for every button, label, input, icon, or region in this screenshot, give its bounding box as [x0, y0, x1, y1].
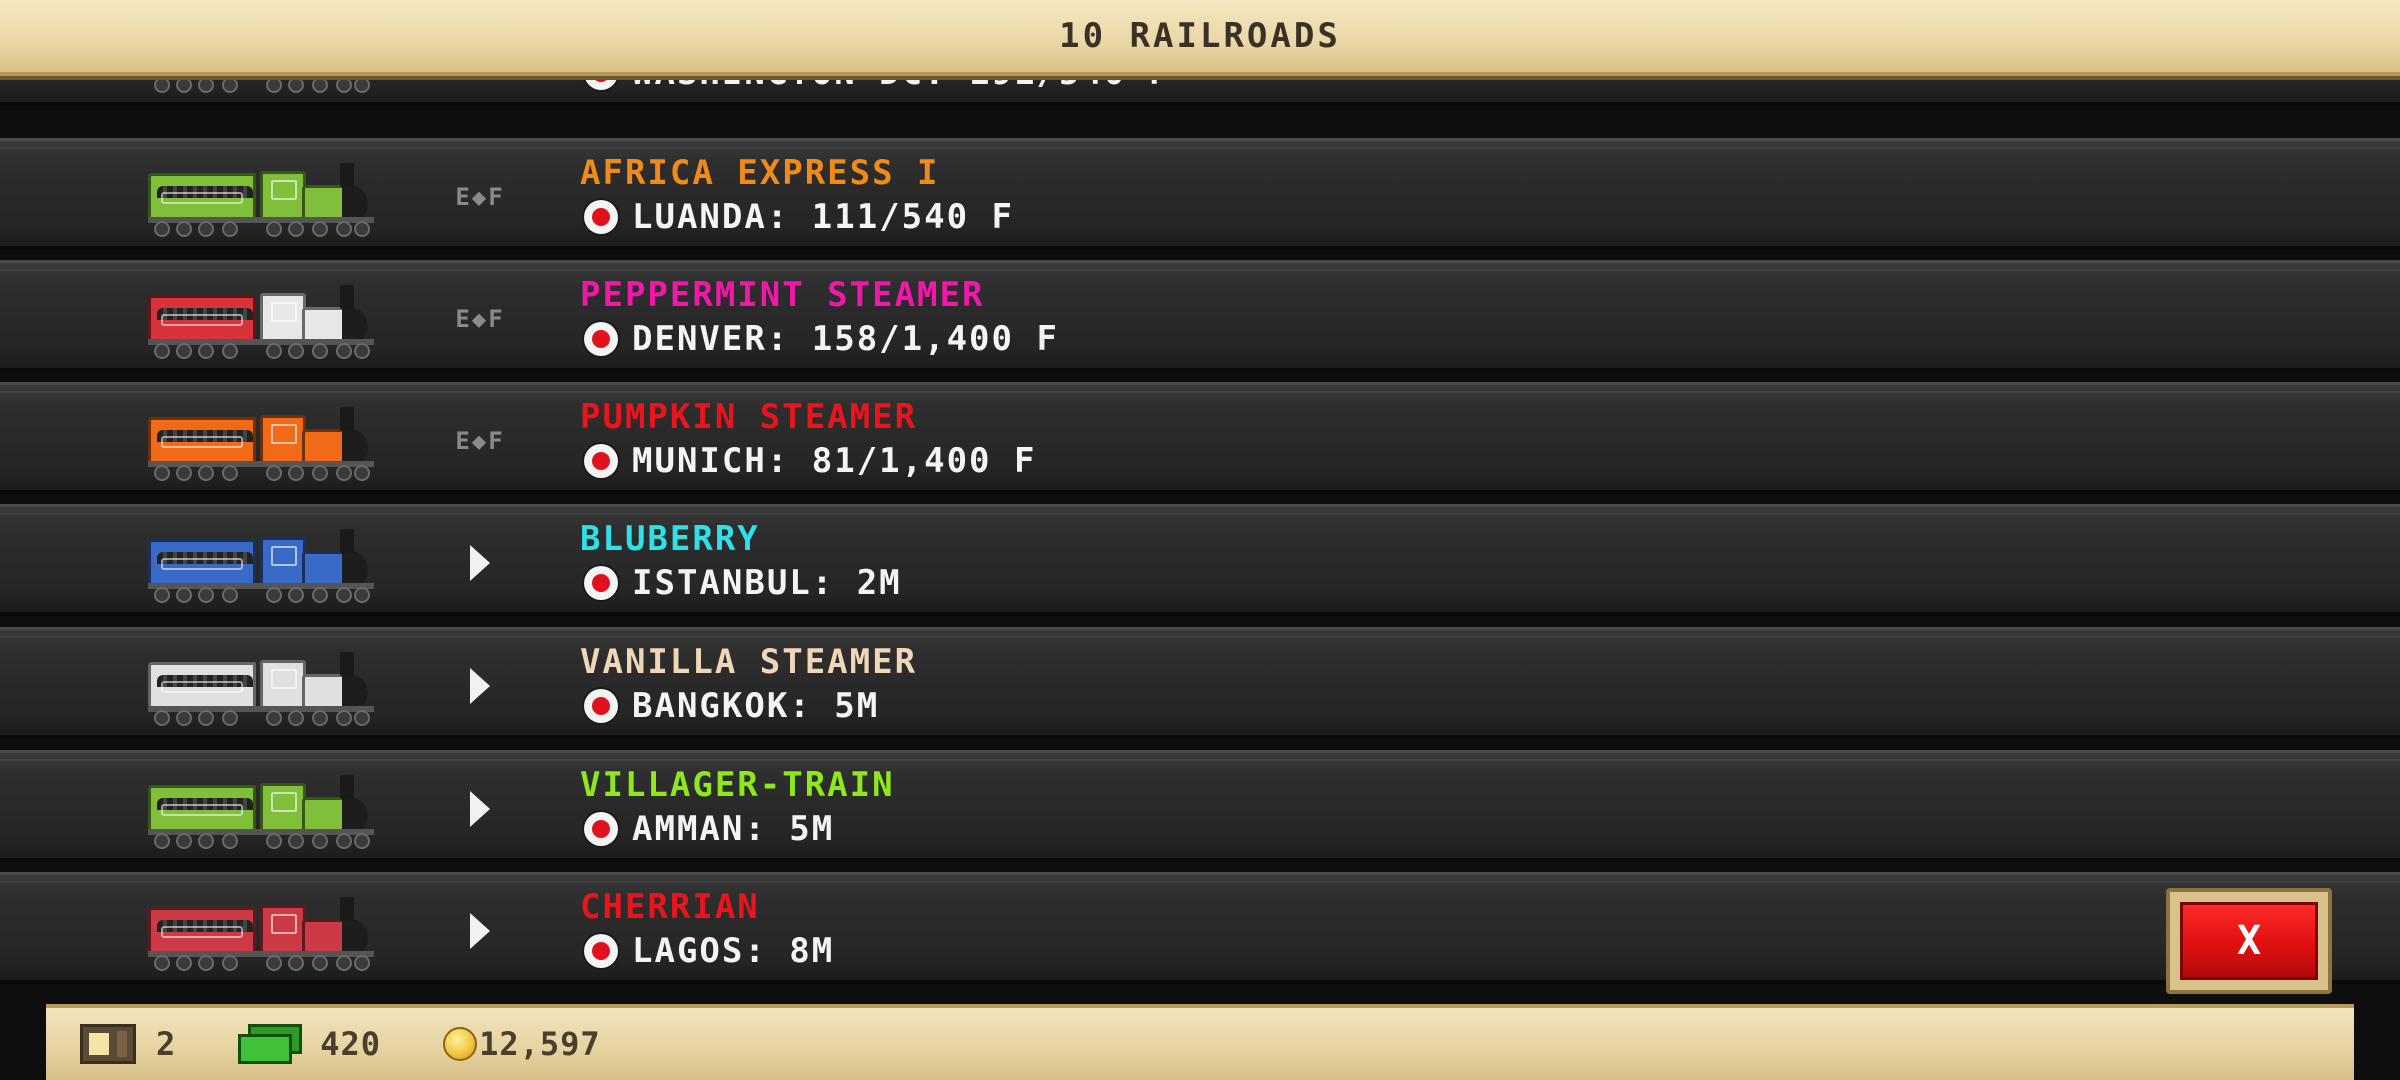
railroad-row[interactable]: CHERRIAN LAGOS: 8M: [0, 872, 2400, 984]
page-title: 10 RAILROADS: [1059, 16, 1341, 56]
train-icon: [148, 889, 374, 973]
location-pin-icon: [584, 934, 618, 968]
railroad-row[interactable]: E◆F PUMPKIN STEAMER MUNICH: 81/1,400 F: [0, 382, 2400, 494]
destination-text: LAGOS: 8M: [632, 931, 835, 971]
destination-text: DENVER: 158/1,400 F: [632, 319, 1059, 359]
stat-doors-value: 2: [156, 1025, 177, 1063]
location-pin-icon: [584, 566, 618, 600]
stat-doors: 2: [80, 1024, 176, 1064]
destination: DENVER: 158/1,400 F: [584, 319, 1059, 359]
destination: BANGKOK: 5M: [584, 686, 879, 726]
destination: LAGOS: 8M: [584, 931, 834, 971]
location-pin-icon: [584, 689, 618, 723]
train-name: VANILLA STEAMER: [580, 642, 918, 682]
play-button[interactable]: [440, 901, 520, 961]
train-name: CHERRIAN: [580, 887, 760, 927]
railroad-list[interactable]: E◆FWASHINGTON DC: 191/540 FE◆FAFRICA EXP…: [0, 0, 2400, 1000]
railroad-row[interactable]: VANILLA STEAMER BANGKOK: 5M: [0, 627, 2400, 739]
empty-full-indicator: E◆F: [440, 289, 520, 349]
play-button[interactable]: [440, 533, 520, 593]
play-icon[interactable]: [470, 913, 490, 949]
stat-coins: 12,597: [443, 1025, 601, 1063]
stat-coins-value: 12,597: [479, 1025, 601, 1063]
cash-icon: [238, 1024, 304, 1064]
close-button[interactable]: X: [2166, 888, 2332, 994]
destination: AMMAN: 5M: [584, 809, 834, 849]
train-name: PEPPERMINT STEAMER: [580, 275, 985, 315]
railroad-row[interactable]: BLUBERRY ISTANBUL: 2M: [0, 504, 2400, 616]
coin-icon: [443, 1027, 478, 1061]
empty-full-label: E◆F: [455, 183, 505, 211]
railroads-screen: E◆FWASHINGTON DC: 191/540 FE◆FAFRICA EXP…: [0, 0, 2400, 1080]
play-icon[interactable]: [470, 791, 490, 827]
destination-text: BANGKOK: 5M: [632, 686, 880, 726]
empty-full-label: E◆F: [455, 305, 505, 333]
destination-text: ISTANBUL: 2M: [632, 563, 902, 603]
play-icon[interactable]: [470, 545, 490, 581]
destination-text: LUANDA: 111/540 F: [632, 197, 1014, 237]
destination: ISTANBUL: 2M: [584, 563, 902, 603]
play-button[interactable]: [440, 656, 520, 716]
location-pin-icon: [584, 200, 618, 234]
train-icon: [148, 277, 374, 361]
header-bar: 10 RAILROADS: [0, 0, 2400, 76]
train-name: PUMPKIN STEAMER: [580, 397, 918, 437]
empty-full-indicator: E◆F: [440, 411, 520, 471]
location-pin-icon: [584, 444, 618, 478]
destination: MUNICH: 81/1,400 F: [584, 441, 1036, 481]
destination: LUANDA: 111/540 F: [584, 197, 1014, 237]
play-icon[interactable]: [470, 668, 490, 704]
railroad-row[interactable]: E◆F PEPPERMINT STEAMER DENVER: 158/1,400 F: [0, 260, 2400, 372]
railroad-row[interactable]: E◆F AFRICA EXPRESS I LUANDA: 111/540 F: [0, 138, 2400, 250]
train-name: VILLAGER-TRAIN: [580, 765, 895, 805]
empty-full-label: E◆F: [455, 427, 505, 455]
train-name: BLUBERRY: [580, 519, 760, 559]
empty-full-indicator: E◆F: [440, 167, 520, 227]
location-pin-icon: [584, 322, 618, 356]
train-icon: [148, 767, 374, 851]
destination-text: AMMAN: 5M: [632, 809, 835, 849]
train-icon: [148, 644, 374, 728]
footer-bar: 2 420 12,597: [46, 1004, 2354, 1080]
play-button[interactable]: [440, 779, 520, 839]
train-icon: [148, 521, 374, 605]
train-name: AFRICA EXPRESS I: [580, 153, 940, 193]
stat-cash-value: 420: [320, 1025, 382, 1063]
railroad-row[interactable]: VILLAGER-TRAIN AMMAN: 5M: [0, 750, 2400, 862]
destination-text: MUNICH: 81/1,400 F: [632, 441, 1037, 481]
door-icon: [80, 1024, 136, 1064]
location-pin-icon: [584, 812, 618, 846]
stat-cash: 420: [238, 1024, 381, 1064]
train-icon: [148, 155, 374, 239]
close-icon[interactable]: X: [2180, 902, 2318, 980]
train-icon: [148, 399, 374, 483]
